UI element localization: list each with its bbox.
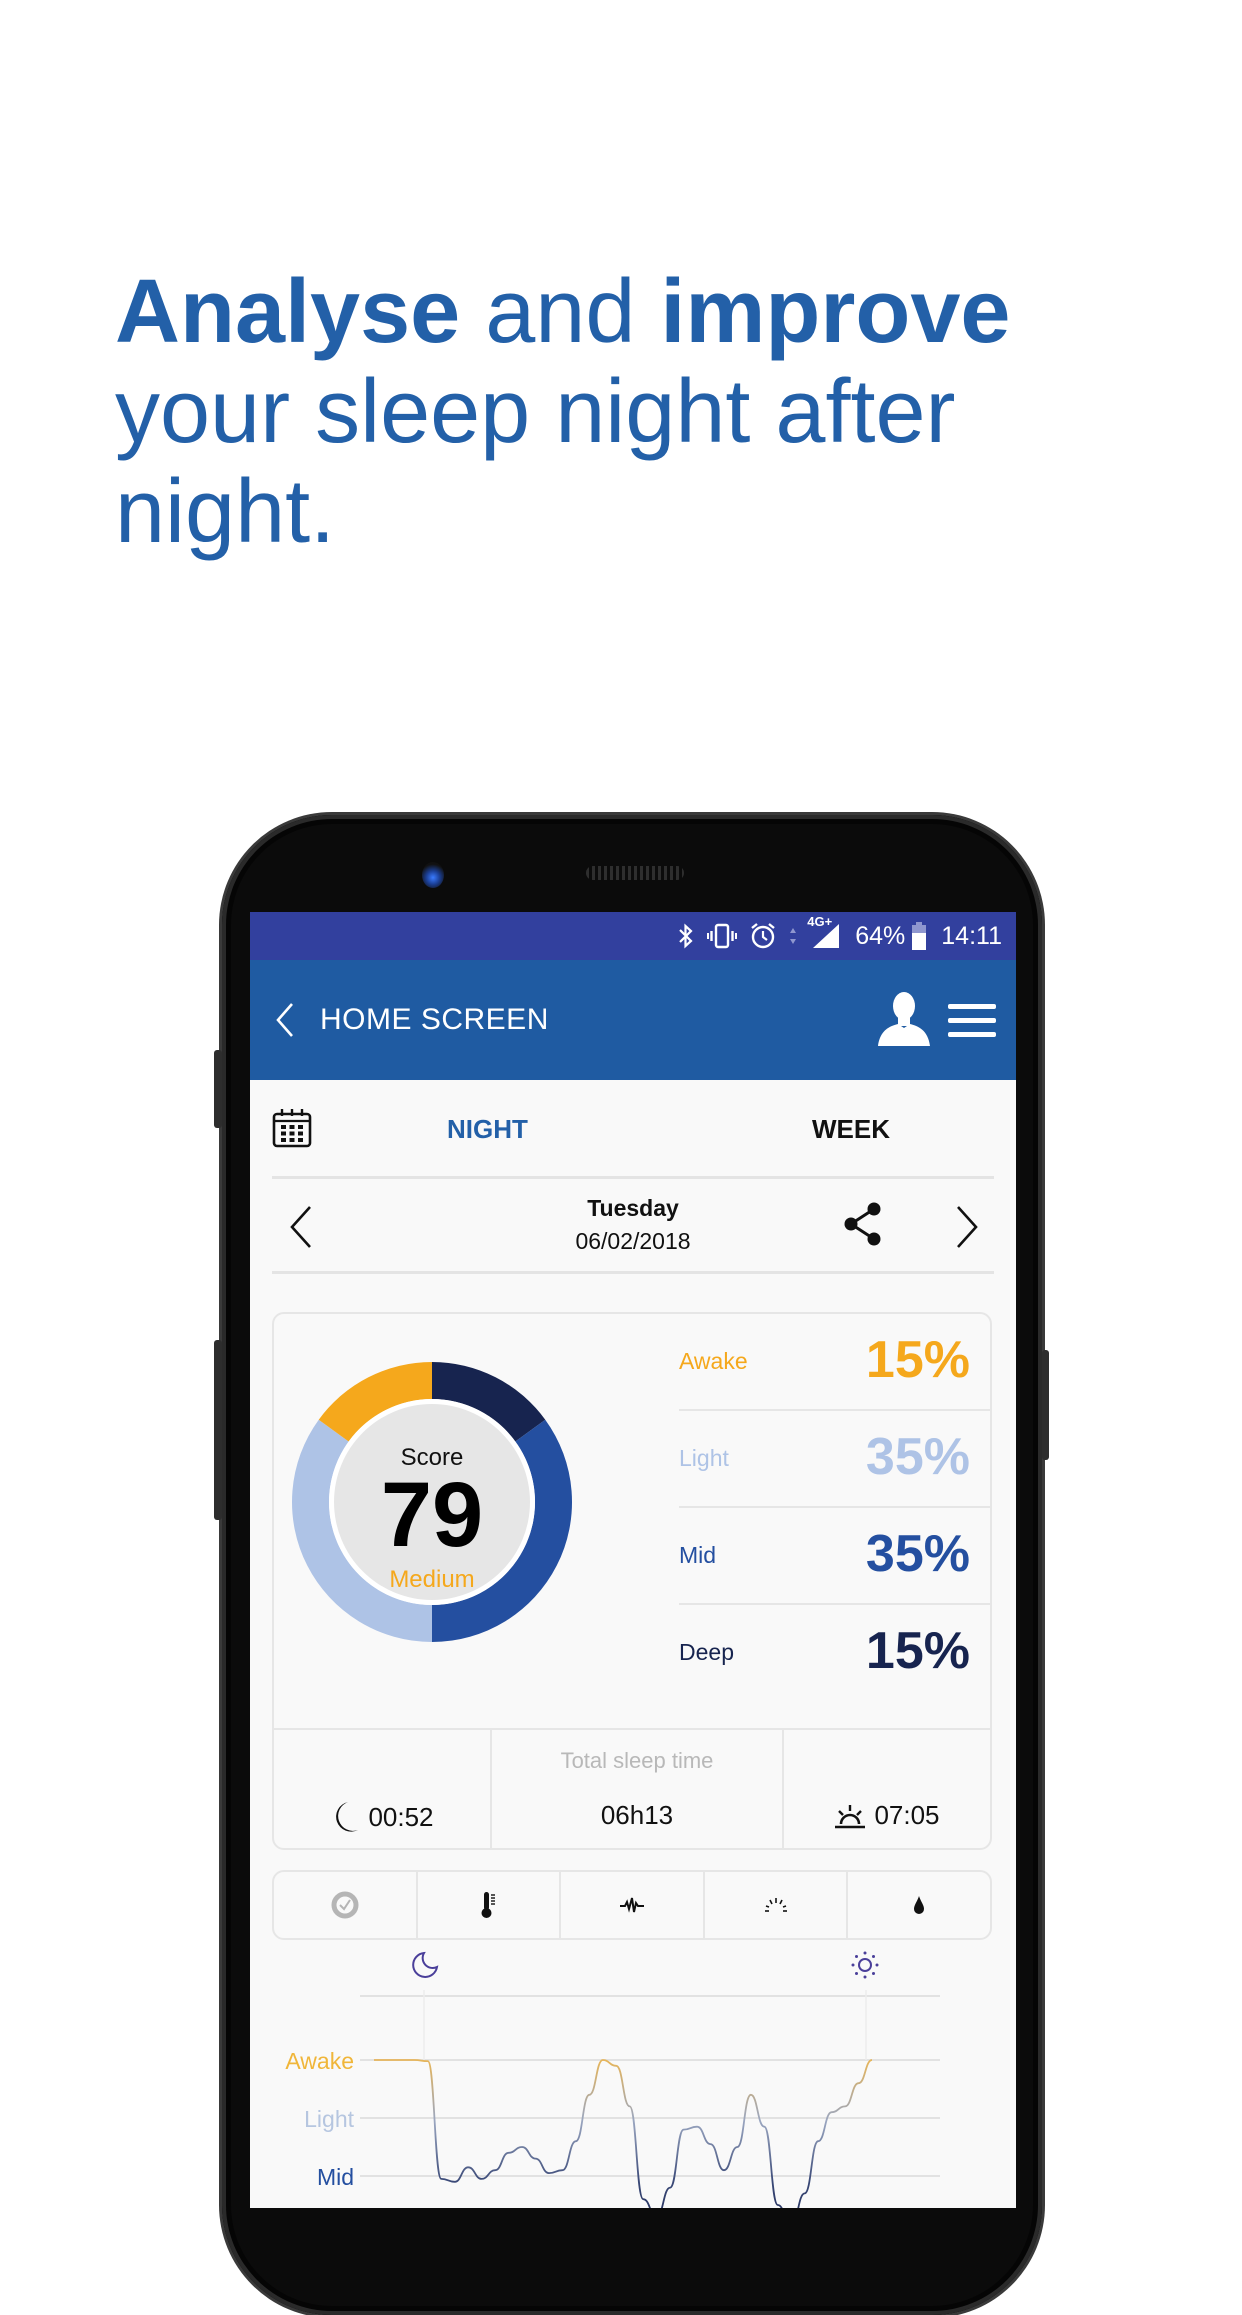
clock-time: 14:11 xyxy=(941,921,1002,950)
phone-screen: 4G+ 64% 14:11 HOME SCREEN NIGHT WEEK Tue… xyxy=(250,912,1016,2208)
earpiece-speaker xyxy=(586,866,684,880)
stage-percent: 15% xyxy=(865,1331,970,1389)
hypnogram-curve xyxy=(374,2059,873,2208)
front-camera xyxy=(422,862,444,888)
metric-tab-heart-rate[interactable] xyxy=(561,1872,705,1938)
date-display: Tuesday 06/02/2018 xyxy=(272,1195,994,1255)
battery-icon xyxy=(911,922,927,950)
network-type: 4G+ xyxy=(807,914,833,929)
back-arrow-icon[interactable] xyxy=(272,1000,300,1040)
next-day-chevron-icon[interactable] xyxy=(954,1205,980,1249)
bedtime-value: 00:52 xyxy=(368,1801,434,1832)
headline: Analyse and improve your sleep night aft… xyxy=(115,262,1175,562)
score-quality: Medium xyxy=(389,1566,475,1593)
status-bar: 4G+ 64% 14:11 xyxy=(250,912,1016,960)
headline-and: and xyxy=(460,262,661,362)
stage-label: Deep xyxy=(679,1639,734,1665)
vibrate-icon xyxy=(707,923,738,949)
light-icon xyxy=(764,1898,787,1912)
sleep-hypnogram: Awake Light Mid Deep xyxy=(250,1942,1016,2208)
headline-line2: your sleep night after xyxy=(115,362,956,462)
metric-tab-light[interactable] xyxy=(705,1872,849,1938)
share-icon[interactable] xyxy=(842,1201,884,1247)
date-value: 06/02/2018 xyxy=(575,1228,691,1254)
date-day: Tuesday xyxy=(587,1195,679,1221)
sleep-score-card: Score 79 Medium Awake 15% Light 35% Mid … xyxy=(272,1312,992,1850)
stage-row-mid: Mid 35% xyxy=(679,1508,992,1605)
total-sleep-value: 06h13 xyxy=(600,1800,674,1830)
stage-row-deep: Deep 15% xyxy=(679,1605,992,1700)
app-bar: HOME SCREEN xyxy=(250,960,1016,1080)
stage-row-awake: Awake 15% xyxy=(679,1314,992,1411)
power-side-button xyxy=(214,1340,222,1520)
stage-list: Awake 15% Light 35% Mid 35% Deep 15% xyxy=(679,1314,992,1700)
stage-label: Light xyxy=(679,1445,729,1471)
headline-line3: night. xyxy=(115,462,336,562)
data-arrows-icon xyxy=(789,926,797,946)
stage-label: Awake xyxy=(679,1348,748,1374)
hamburger-menu-icon[interactable] xyxy=(948,1004,996,1046)
moon-icon xyxy=(336,1802,359,1832)
calendar-icon[interactable] xyxy=(272,1108,312,1148)
sunrise-icon xyxy=(835,1804,866,1828)
metric-tab-temperature[interactable] xyxy=(418,1872,562,1938)
score-center: Score 79 Medium xyxy=(290,1360,574,1644)
volume-button xyxy=(214,1050,222,1128)
view-tabs: NIGHT WEEK xyxy=(272,1080,994,1179)
total-sleep-cell: Total sleep time 06h13 xyxy=(492,1730,784,1848)
stage-percent: 35% xyxy=(865,1428,970,1486)
total-sleep-label: Total sleep time xyxy=(560,1748,714,1773)
metric-tabs xyxy=(272,1870,992,1940)
profile-icon[interactable] xyxy=(878,990,930,1046)
hypnogram-chart xyxy=(360,1990,940,2208)
signal-4g-icon: 4G+ xyxy=(807,914,841,950)
alert-slider xyxy=(1042,1350,1049,1460)
bedtime-cell: 00:52 xyxy=(274,1730,492,1848)
page-title: HOME SCREEN xyxy=(320,1003,549,1036)
alarm-icon xyxy=(749,922,777,950)
battery-percent: 64% xyxy=(855,921,906,950)
stage-percent: 35% xyxy=(865,1525,970,1583)
headline-bold-improve: improve xyxy=(660,262,1011,362)
score-check-icon xyxy=(331,1891,359,1919)
wake-time-cell: 07:05 xyxy=(784,1730,990,1848)
score-value: 79 xyxy=(380,1464,484,1566)
stage-label: Mid xyxy=(679,1542,717,1568)
stage-percent: 15% xyxy=(865,1622,970,1680)
thermometer-icon xyxy=(481,1892,496,1918)
date-navigation: Tuesday 06/02/2018 xyxy=(272,1179,994,1274)
headline-bold-analyse: Analyse xyxy=(115,262,461,362)
tab-week[interactable]: WEEK xyxy=(812,1114,890,1145)
wake-time-value: 07:05 xyxy=(874,1800,940,1830)
stage-row-light: Light 35% xyxy=(679,1411,992,1508)
sleep-times: 00:52 Total sleep time 06h13 07:05 xyxy=(274,1728,990,1848)
humidity-icon xyxy=(914,1896,925,1914)
metric-tab-score[interactable] xyxy=(274,1872,418,1938)
tab-night[interactable]: NIGHT xyxy=(447,1114,528,1145)
bluetooth-icon xyxy=(677,923,695,949)
heartbeat-icon xyxy=(619,1897,644,1913)
metric-tab-humidity[interactable] xyxy=(848,1872,990,1938)
